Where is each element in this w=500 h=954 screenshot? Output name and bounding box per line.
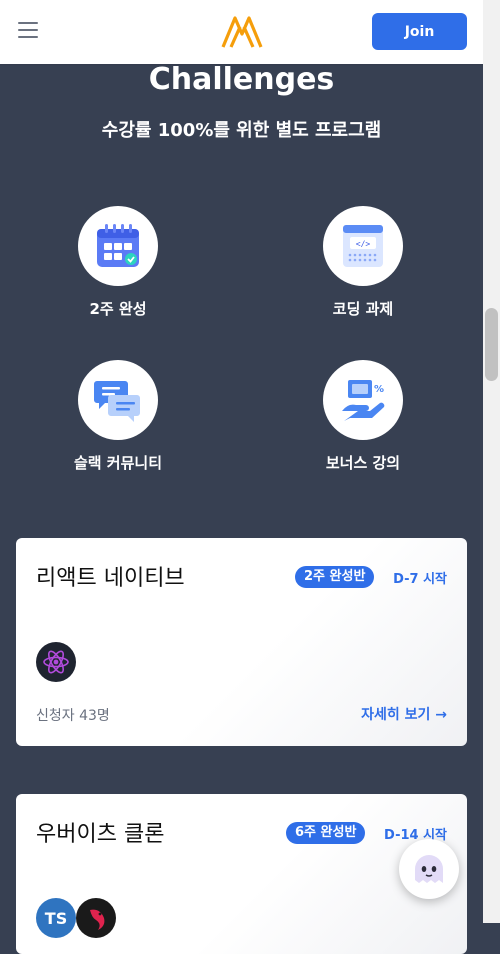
feature-label: 코딩 과제: [332, 300, 394, 318]
scrollbar-thumb[interactable]: [485, 308, 498, 381]
challenges-subtitle: 수강률 100%를 위한 별도 프로그램: [101, 120, 382, 141]
feature-two-week: 2주 완성: [38, 206, 198, 319]
navbar: Join: [0, 0, 483, 64]
chat-bubbles-icon: [94, 381, 140, 422]
feature-icon-circle: </>: [323, 206, 403, 286]
nestjs-icon: [76, 898, 116, 938]
chat-button[interactable]: [399, 839, 459, 899]
scrollbar[interactable]: [483, 0, 500, 923]
code-editor-icon: </>: [343, 225, 383, 267]
feature-label: 슬랙 커뮤니티: [73, 454, 163, 472]
course-badge: 6주 완성반: [286, 822, 366, 844]
course-badge: 2주 완성반: [295, 566, 375, 588]
feature-coding-assignment: </> 코딩 과제: [283, 206, 443, 319]
hamburger-menu-icon[interactable]: [18, 22, 38, 40]
feature-icon-circle: [78, 206, 158, 286]
feature-slack-community: 슬랙 커뮤니티: [38, 360, 198, 473]
feature-label: 보너스 강의: [325, 454, 401, 472]
typescript-icon: TS: [36, 898, 76, 938]
chat-ghost-icon: [415, 855, 443, 883]
feature-label: 2주 완성: [89, 300, 147, 318]
m-logo-icon[interactable]: [220, 14, 264, 50]
join-button[interactable]: Join: [372, 13, 467, 50]
challenges-title: Challenges: [148, 62, 335, 97]
course-dday: D-7 시작: [393, 572, 447, 587]
svg-text:</>: </>: [356, 240, 371, 249]
feature-icon-circle: [78, 360, 158, 440]
course-card[interactable]: 리액트 네이티브 2주 완성반 D-7 시작 신청자 43명 자세히 보기 →: [16, 538, 467, 746]
bonus-lecture-icon: %: [342, 380, 385, 421]
applicant-count: 신청자 43명: [36, 708, 110, 724]
feature-bonus-lecture: % 보너스 강의: [283, 360, 443, 473]
calendar-icon: [97, 224, 139, 267]
course-title: 우버이츠 클론: [36, 822, 165, 847]
react-icon: [36, 642, 76, 682]
svg-text:%: %: [374, 384, 384, 395]
course-title: 리액트 네이티브: [36, 566, 185, 591]
view-details-link[interactable]: 자세히 보기 →: [361, 704, 447, 724]
feature-icon-circle: %: [323, 360, 403, 440]
